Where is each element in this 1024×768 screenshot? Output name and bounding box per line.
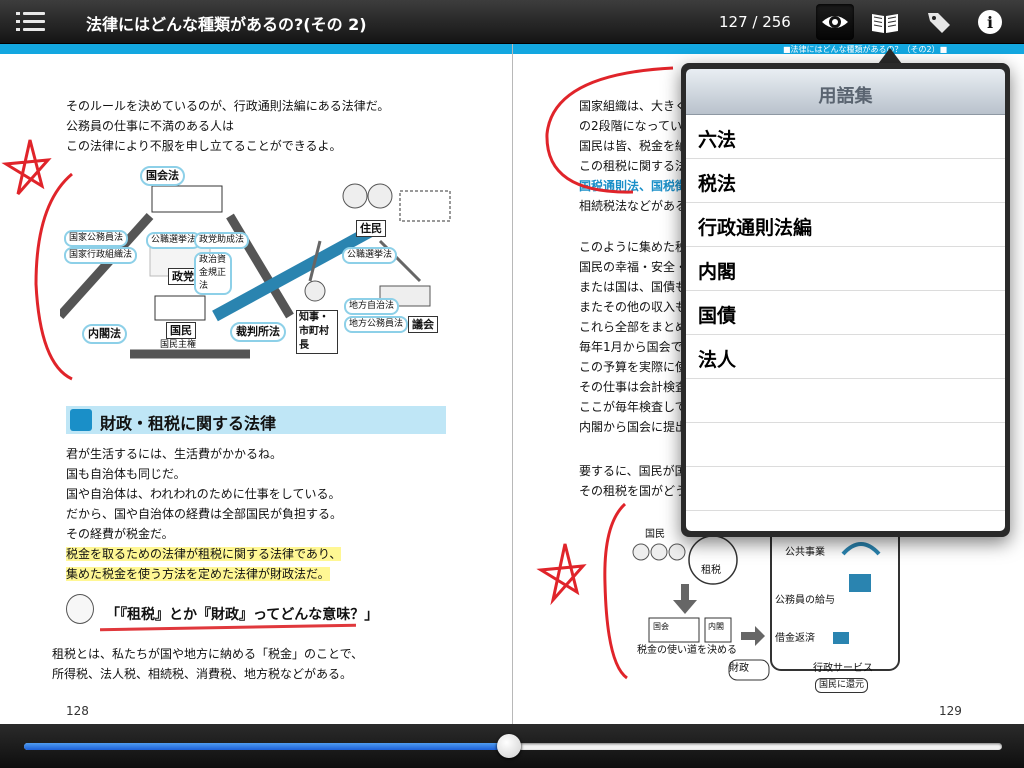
glossary-item[interactable]: 内閣 bbox=[686, 247, 1005, 291]
page-number: 129 bbox=[939, 704, 962, 718]
glossary-item[interactable]: 国債 bbox=[686, 291, 1005, 335]
body-line: その租税を国がどう bbox=[579, 484, 688, 498]
page-slider-fill bbox=[24, 743, 510, 750]
glossary-empty-row bbox=[686, 423, 1005, 467]
diagram-label: 借金返済 bbox=[775, 633, 815, 644]
body-line: 国も自治体も同じだ。 bbox=[66, 467, 186, 481]
intro-text: そのルールを決めているのが、行政通則法編にある法律だ。 公務員の仕事に不満のある… bbox=[66, 96, 389, 156]
page-header-strip bbox=[0, 44, 512, 54]
glossary-item-label: 六法 bbox=[698, 129, 737, 151]
body-text: 国家組織は、大きく の2段階になってい 国民は皆、税金を納 この租税に関する法 … bbox=[579, 96, 687, 216]
diagram-label: 地方自治法 bbox=[344, 298, 400, 315]
body-line: だから、国や自治体の経費は全部国民が負担する。 bbox=[66, 507, 343, 521]
diagram-label: 国民主権 bbox=[160, 340, 197, 350]
diagram-label: 公職選挙法 bbox=[146, 232, 202, 249]
page-slider-thumb[interactable] bbox=[497, 734, 522, 758]
question-line: 「『租税』とか『財政』ってどんな意味？」 bbox=[106, 607, 379, 623]
highlighted-line[interactable]: 税金を取るための法律が租税に関する法律であり、 bbox=[66, 547, 342, 561]
glossary-list[interactable]: 六法 税法 行政通則法編 内閣 国債 法人 bbox=[686, 115, 1005, 531]
body-line: この租税に関する法 bbox=[579, 159, 688, 173]
glossary-item-label: 内閣 bbox=[698, 261, 737, 283]
red-underline bbox=[99, 623, 357, 632]
book-title: 法律にはどんな種類があるの?(その 2) bbox=[86, 15, 367, 34]
menu-icon[interactable] bbox=[16, 8, 48, 36]
section-header: 財政・租税に関する法律 bbox=[66, 406, 446, 434]
diagram-label: 公務員の給与 bbox=[775, 595, 835, 606]
glossary-item[interactable]: 行政通則法編 bbox=[686, 203, 1005, 247]
body-line: 国民は皆、税金を納 bbox=[579, 139, 688, 153]
book-icon bbox=[70, 409, 92, 431]
diagram-label: 知事・市町村長 bbox=[296, 310, 338, 354]
diagram-label: 国民 bbox=[645, 529, 665, 540]
diagram-label: 行政サービス bbox=[813, 663, 873, 674]
svg-text:i: i bbox=[987, 13, 993, 32]
top-toolbar: 法律にはどんな種類があるの?(その 2) 127 / 256 i bbox=[0, 0, 1024, 44]
diagram-label: 国会法 bbox=[140, 166, 185, 186]
diagram-label: 地方公務員法 bbox=[344, 316, 409, 333]
eye-icon[interactable] bbox=[816, 4, 854, 40]
body-line: 要するに、国民が国 bbox=[579, 464, 687, 478]
left-page[interactable]: そのルールを決めているのが、行政通則法編にある法律だ。 公務員の仕事に不満のある… bbox=[0, 44, 512, 724]
glossary-item[interactable]: 税法 bbox=[686, 159, 1005, 203]
glossary-item[interactable]: 六法 bbox=[686, 115, 1005, 159]
intro-line: そのルールを決めているのが、行政通則法編にある法律だ。 bbox=[66, 99, 390, 113]
body-line: 相続税法などがある bbox=[579, 199, 688, 213]
page-counter: 127 / 256 bbox=[719, 13, 791, 31]
diagram-label: 国会 bbox=[653, 622, 669, 631]
glossary-item-label: 税法 bbox=[698, 173, 737, 195]
diagram-label: 国家公務員法 bbox=[64, 230, 129, 247]
answer-line: 租税とは、私たちが国や地方に納める「税金」のことで、 bbox=[52, 647, 364, 661]
diagram-label: 内閣 bbox=[708, 622, 724, 631]
finance-flow-diagram bbox=[632, 525, 900, 681]
tag-icon[interactable] bbox=[920, 4, 958, 40]
diagram-label: 国家行政組織法 bbox=[64, 247, 138, 264]
bottom-toolbar bbox=[0, 724, 1024, 768]
body-text: 要するに、国民が国 その租税を国がどう bbox=[579, 461, 687, 501]
diagram-label: 政党助成法 bbox=[194, 232, 250, 249]
diagram-label: 公共事業 bbox=[785, 547, 825, 558]
body-line: の2段階になってい bbox=[579, 119, 683, 133]
diagram-label: 政治資金規正法 bbox=[194, 252, 232, 295]
body-line: 君が生活するには、生活費がかかるね。 bbox=[66, 447, 283, 461]
page-number: 128 bbox=[66, 704, 89, 718]
diagram-label: 税金の使い道を決める bbox=[637, 645, 737, 656]
glossary-item[interactable]: 法人 bbox=[686, 335, 1005, 379]
glossary-empty-row bbox=[686, 467, 1005, 511]
glossary-empty-row bbox=[686, 379, 1005, 423]
glossary-item-label: 法人 bbox=[698, 349, 737, 371]
glossary-item-label: 国債 bbox=[698, 305, 737, 327]
diagram-label: 内閣法 bbox=[82, 324, 127, 344]
diagram-label: 国民 bbox=[166, 322, 196, 339]
body-line: 国税通則法、国税徴 bbox=[579, 179, 688, 193]
popover-title: 用語集 bbox=[818, 86, 873, 107]
popover-arrow bbox=[878, 48, 902, 64]
popover-header: 用語集 bbox=[686, 69, 1005, 115]
intro-line: 公務員の仕事に不満のある人は bbox=[66, 119, 235, 133]
diagram-label: 住民 bbox=[356, 220, 386, 237]
diagram-label: 裁判所法 bbox=[230, 322, 286, 342]
diagram-label: 財政 bbox=[729, 663, 749, 674]
highlighted-line[interactable]: 集めた税金を使う方法を定めた法律が財政法だ。 bbox=[66, 567, 330, 581]
body-line: 国や自治体は、われわれのために仕事をしている。 bbox=[66, 487, 341, 501]
glossary-item-label: 行政通則法編 bbox=[698, 217, 813, 239]
book-icon[interactable] bbox=[866, 4, 904, 40]
diagram-label: 議会 bbox=[408, 316, 438, 333]
body-line: その経費が税金だ。 bbox=[66, 527, 174, 541]
diagram-label: 国民に還元 bbox=[815, 678, 869, 693]
body-line: 国家組織は、大きく bbox=[579, 99, 688, 113]
intro-line: この法律により不服を申し立てることができるよ。 bbox=[66, 139, 342, 153]
running-header: ■法律にはどんな種類があるの？（その2）■ bbox=[783, 45, 948, 54]
body-text: 君が生活するには、生活費がかかるね。 国も自治体も同じだ。 国や自治体は、われわ… bbox=[66, 444, 342, 584]
page-header-strip bbox=[513, 44, 1024, 54]
section-title: 財政・租税に関する法律 bbox=[100, 414, 277, 433]
answer-line: 所得税、法人税、相続税、消費税、地方税などがある。 bbox=[52, 667, 353, 681]
info-icon[interactable]: i bbox=[971, 4, 1009, 40]
answer-text: 租税とは、私たちが国や地方に納める「税金」のことで、 所得税、法人税、相続税、消… bbox=[52, 644, 363, 684]
diagram-label: 租税 bbox=[701, 565, 721, 576]
glossary-popover: 用語集 六法 税法 行政通則法編 内閣 国債 法人 bbox=[681, 63, 1010, 537]
diagram-label: 公職選挙法 bbox=[342, 247, 398, 264]
avatar bbox=[66, 594, 94, 624]
